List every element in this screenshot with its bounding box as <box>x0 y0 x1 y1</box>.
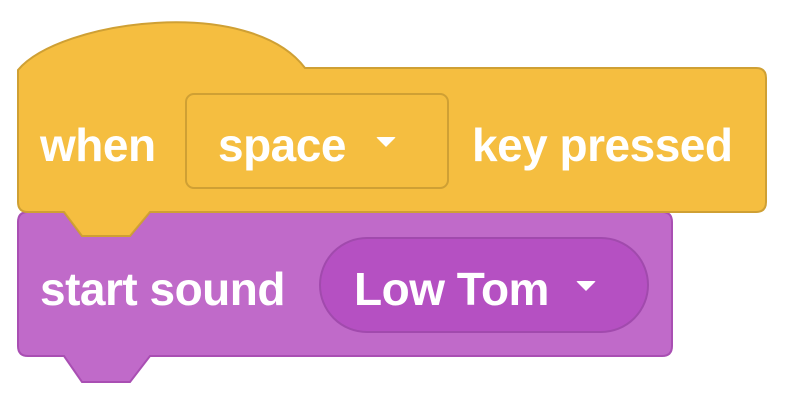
key-dropdown[interactable]: space <box>186 94 448 188</box>
event-label-when: when <box>40 119 156 171</box>
caret-down-icon <box>376 137 396 147</box>
sound-dropdown[interactable]: Low Tom <box>320 238 648 332</box>
sound-dropdown-value: Low Tom <box>354 263 549 315</box>
sound-label-start-sound: start sound <box>40 263 285 315</box>
caret-down-icon <box>576 281 596 291</box>
event-label-key-pressed: key pressed <box>472 119 733 171</box>
scripts-canvas: when space key pressed start sound Low T… <box>0 0 785 400</box>
key-dropdown-value: space <box>218 119 346 171</box>
